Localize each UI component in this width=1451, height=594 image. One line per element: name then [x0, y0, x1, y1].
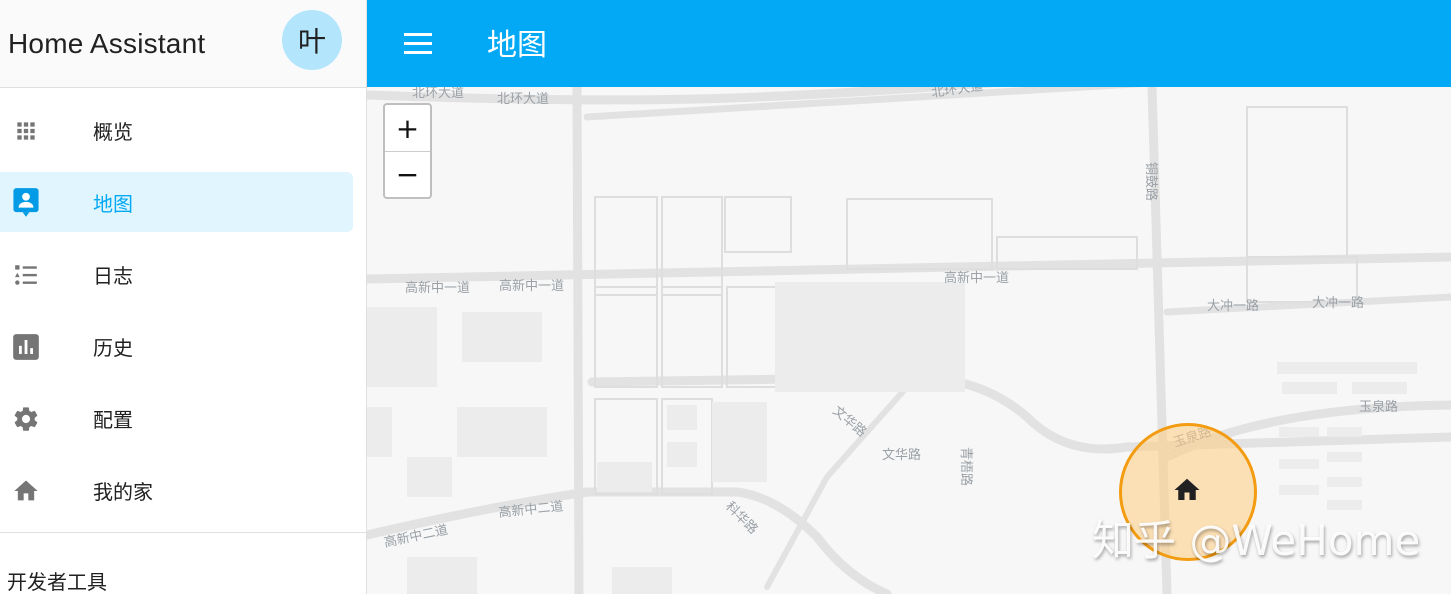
watermark: 知乎 @WeHome — [1092, 516, 1421, 565]
account-location-icon — [12, 188, 40, 217]
app-root: Home Assistant 叶 概览 地图 日志 历史 配置 我的家 开发者工… — [0, 0, 1451, 594]
road-label: 北环大道 — [497, 92, 549, 107]
road-label: 玉泉路 — [1359, 399, 1398, 415]
sidebar-item-label: 历史 — [93, 335, 133, 360]
sidebar-item-map[interactable]: 地图 — [0, 172, 353, 232]
sidebar-item-logbook[interactable]: 日志 — [0, 244, 353, 304]
developer-tools-heading[interactable]: 开发者工具 — [7, 566, 107, 594]
road-label: 高新中一道 — [944, 270, 1009, 286]
home-icon — [12, 477, 40, 505]
road-label: 大冲一路 — [1207, 298, 1259, 314]
sidebar: Home Assistant 叶 概览 地图 日志 历史 配置 我的家 开发者工… — [0, 0, 367, 594]
road-label: 青梧路 — [958, 447, 974, 486]
road-label: 大冲一路 — [1312, 295, 1364, 311]
map-zoom-control: + − — [383, 103, 432, 199]
user-avatar[interactable]: 叶 — [282, 10, 342, 70]
zoom-in-button[interactable]: + — [385, 105, 430, 151]
sidebar-item-overview[interactable]: 概览 — [0, 100, 353, 160]
chart-box-icon — [12, 333, 40, 361]
apps-grid-icon — [12, 117, 40, 145]
sidebar-item-my-home[interactable]: 我的家 — [0, 460, 353, 520]
page-title: 地图 — [487, 28, 547, 63]
sidebar-item-label: 我的家 — [93, 479, 153, 504]
format-list-bulleted-type-icon — [12, 261, 40, 289]
sidebar-item-history[interactable]: 历史 — [0, 316, 353, 376]
app-title: Home Assistant — [8, 27, 206, 59]
sidebar-item-label: 配置 — [93, 407, 133, 432]
sidebar-item-label: 日志 — [93, 263, 133, 288]
app-toolbar: 地图 — [367, 0, 1451, 87]
road-label: 文华路 — [829, 403, 869, 440]
road-label: 北环大道 — [412, 87, 464, 101]
road-label: 铜鼓路 — [1143, 162, 1159, 201]
sidebar-nav: 概览 地图 日志 历史 配置 我的家 — [0, 88, 366, 533]
home-icon[interactable] — [1172, 475, 1202, 505]
road-label: 文华路 — [882, 447, 921, 463]
road-label: 北环大道 — [930, 87, 984, 101]
zoom-out-button[interactable]: − — [385, 151, 430, 197]
sidebar-item-label: 概览 — [93, 119, 133, 144]
road-label: 高新中一道 — [405, 280, 470, 296]
gear-icon — [12, 405, 40, 433]
road-label: 科华路 — [722, 499, 761, 538]
map-view[interactable]: 北环大道 北环大道 北环大道 高新中一道 高新中一道 高新中一道 高新中二道 高… — [367, 87, 1451, 594]
sidebar-item-label: 地图 — [93, 191, 133, 216]
sidebar-item-config[interactable]: 配置 — [0, 388, 353, 448]
sidebar-divider — [0, 532, 366, 533]
menu-icon[interactable] — [404, 26, 438, 60]
road-label: 高新中一道 — [499, 278, 564, 294]
sidebar-header: Home Assistant 叶 — [0, 0, 366, 88]
